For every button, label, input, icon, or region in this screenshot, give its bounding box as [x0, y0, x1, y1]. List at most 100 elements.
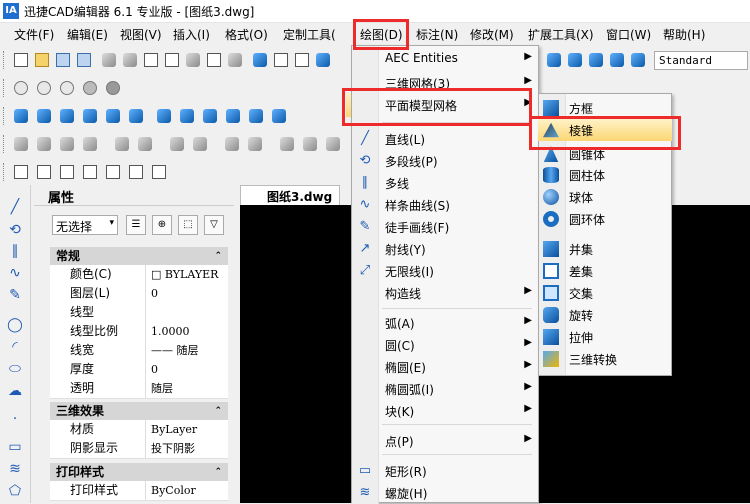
menu-item-construction-line[interactable]: 构造线 ▶ [352, 282, 538, 304]
menu-item-polyline[interactable]: ⟲ 多段线(P) [352, 150, 538, 172]
menu-item-circle[interactable]: 圆(C) ▶ [352, 334, 538, 356]
union-solid-icon[interactable] [155, 107, 173, 125]
property-row[interactable]: 厚度 0 [50, 360, 228, 380]
rectangle-tool-icon[interactable]: ▭ [6, 439, 24, 455]
menu-item-helix[interactable]: ≋ 螺旋(H) [352, 482, 538, 504]
shade-edges-icon[interactable] [104, 79, 122, 97]
match-properties-icon[interactable] [314, 51, 332, 69]
text-edit-icon[interactable] [587, 51, 605, 69]
paste-icon[interactable] [293, 51, 311, 69]
property-row[interactable]: 线型比例 1.0000 [50, 322, 228, 342]
open-file-icon[interactable] [33, 51, 51, 69]
text-style-icon[interactable] [545, 51, 563, 69]
layer-prev-icon[interactable] [35, 135, 53, 153]
print-icon[interactable] [100, 51, 118, 69]
layer-icon[interactable] [12, 135, 30, 153]
revolve-solid-icon[interactable] [224, 107, 242, 125]
toolbar-grip[interactable] [3, 107, 7, 125]
menu-extended-tools[interactable]: 扩展工具(X) [528, 26, 594, 43]
submenu-item-cylinder[interactable]: 圆柱体 [538, 164, 670, 186]
find-icon[interactable] [226, 51, 244, 69]
spline-tool-icon[interactable]: ∿ [6, 265, 24, 281]
cone-solid-icon[interactable] [58, 107, 76, 125]
menu-window[interactable]: 窗口(W) [606, 26, 651, 43]
viewport-grid-icon[interactable] [104, 163, 122, 181]
save-as-icon[interactable] [75, 51, 93, 69]
spell-check-icon[interactable] [205, 51, 223, 69]
layer-check-icon[interactable] [136, 135, 154, 153]
arc-tool-icon[interactable]: ◜ [6, 339, 24, 355]
viewport-two-icon[interactable] [58, 163, 76, 181]
layer-isolate-icon[interactable] [278, 135, 296, 153]
menu-format[interactable]: 格式(O) [225, 26, 268, 43]
property-row[interactable]: 透明 随层 [50, 379, 228, 399]
flat-shade-icon[interactable] [58, 79, 76, 97]
mline-tool-icon[interactable]: ∥ [6, 243, 24, 259]
hidden-icon[interactable] [35, 79, 53, 97]
layer-delete-icon[interactable] [324, 135, 342, 153]
property-row[interactable]: 阴影显示 投下阴影 [50, 439, 228, 459]
cut-icon[interactable] [251, 51, 269, 69]
subtract-solid-icon[interactable] [178, 107, 196, 125]
viewport-clip-icon[interactable] [127, 163, 145, 181]
menu-item-ray[interactable]: ↗ 射线(Y) [352, 238, 538, 260]
menu-item-elliptical-arc[interactable]: 椭圆弧(I) ▶ [352, 378, 538, 400]
polygon-tool-icon[interactable]: ⬠ [6, 483, 24, 499]
submenu-item-revolve[interactable]: 旋转 [538, 304, 670, 326]
ellipse-tool-icon[interactable]: ⬭ [6, 361, 24, 377]
cylinder-solid-icon[interactable] [81, 107, 99, 125]
wedge-solid-icon[interactable] [35, 107, 53, 125]
menu-edit[interactable]: 编辑(E) [67, 26, 108, 43]
menu-modify[interactable]: 修改(M) [470, 26, 514, 43]
box-solid-icon[interactable] [12, 107, 30, 125]
intersect-solid-icon[interactable] [201, 107, 219, 125]
layer-state-icon[interactable] [58, 135, 76, 153]
toolbar-grip[interactable] [3, 79, 7, 97]
selection-dropdown[interactable]: 无选择 ▾ [52, 215, 118, 235]
revcloud-tool-icon[interactable]: ☁ [6, 383, 24, 399]
viewport-four-icon[interactable] [12, 163, 30, 181]
submenu-item-sphere[interactable]: 球体 [538, 186, 670, 208]
menu-item-arc[interactable]: 弧(A) ▶ [352, 312, 538, 334]
group-general[interactable]: 常规 ⌃ [50, 247, 228, 265]
circle-tool-icon[interactable]: ◯ [6, 317, 24, 333]
slice-solid-icon[interactable] [270, 107, 288, 125]
gouraud-icon[interactable] [81, 79, 99, 97]
page-setup-icon[interactable] [142, 51, 160, 69]
helix-tool-icon[interactable]: ≋ [6, 461, 24, 477]
point-tool-icon[interactable]: · [6, 411, 24, 427]
text-a-icon[interactable] [566, 51, 584, 69]
layer-lock-icon[interactable] [223, 135, 241, 153]
wireframe-icon[interactable] [12, 79, 30, 97]
menu-item-block[interactable]: 块(K) ▶ [352, 400, 538, 422]
layer-freeze-icon[interactable] [168, 135, 186, 153]
menu-insert[interactable]: 插入(I) [173, 26, 210, 43]
menu-item-point[interactable]: 点(P) ▶ [352, 430, 538, 452]
layer-unlock-icon[interactable] [246, 135, 264, 153]
menu-item-xline[interactable]: ⤢ 无限线(I) [352, 260, 538, 282]
property-row[interactable]: 材质 ByLayer [50, 420, 228, 440]
polyline-tool-icon[interactable]: ⟲ [6, 222, 24, 238]
menu-help[interactable]: 帮助(H) [663, 26, 705, 43]
menu-item-spline[interactable]: ∿ 样条曲线(S) [352, 194, 538, 216]
toolbar-grip[interactable] [3, 51, 7, 69]
layer-merge-icon[interactable] [301, 135, 319, 153]
toolbar-grip[interactable] [3, 135, 7, 153]
submenu-item-intersect[interactable]: 交集 [538, 282, 670, 304]
group-3d-effects[interactable]: 三维效果 ⌃ [50, 402, 228, 420]
submenu-item-convert-3d[interactable]: 三维转换 [538, 348, 670, 370]
menu-dimension[interactable]: 标注(N) [416, 26, 458, 43]
group-plot-style[interactable]: 打印样式 ⌃ [50, 463, 228, 481]
property-row[interactable]: 颜色(C) □ BYLAYER [50, 265, 228, 285]
submenu-item-torus[interactable]: 圆环体 [538, 208, 670, 230]
print-preview-icon[interactable] [121, 51, 139, 69]
submenu-item-extrude[interactable]: 拉伸 [538, 326, 670, 348]
torus-solid-icon[interactable] [127, 107, 145, 125]
toolbar-grip[interactable] [3, 163, 7, 181]
menu-file[interactable]: 文件(F) [14, 26, 54, 43]
submenu-item-subtract[interactable]: 差集 [538, 260, 670, 282]
save-icon[interactable] [54, 51, 72, 69]
viewport-poly-icon[interactable] [150, 163, 168, 181]
new-file-icon[interactable] [12, 51, 30, 69]
extrude-solid-icon[interactable] [247, 107, 265, 125]
